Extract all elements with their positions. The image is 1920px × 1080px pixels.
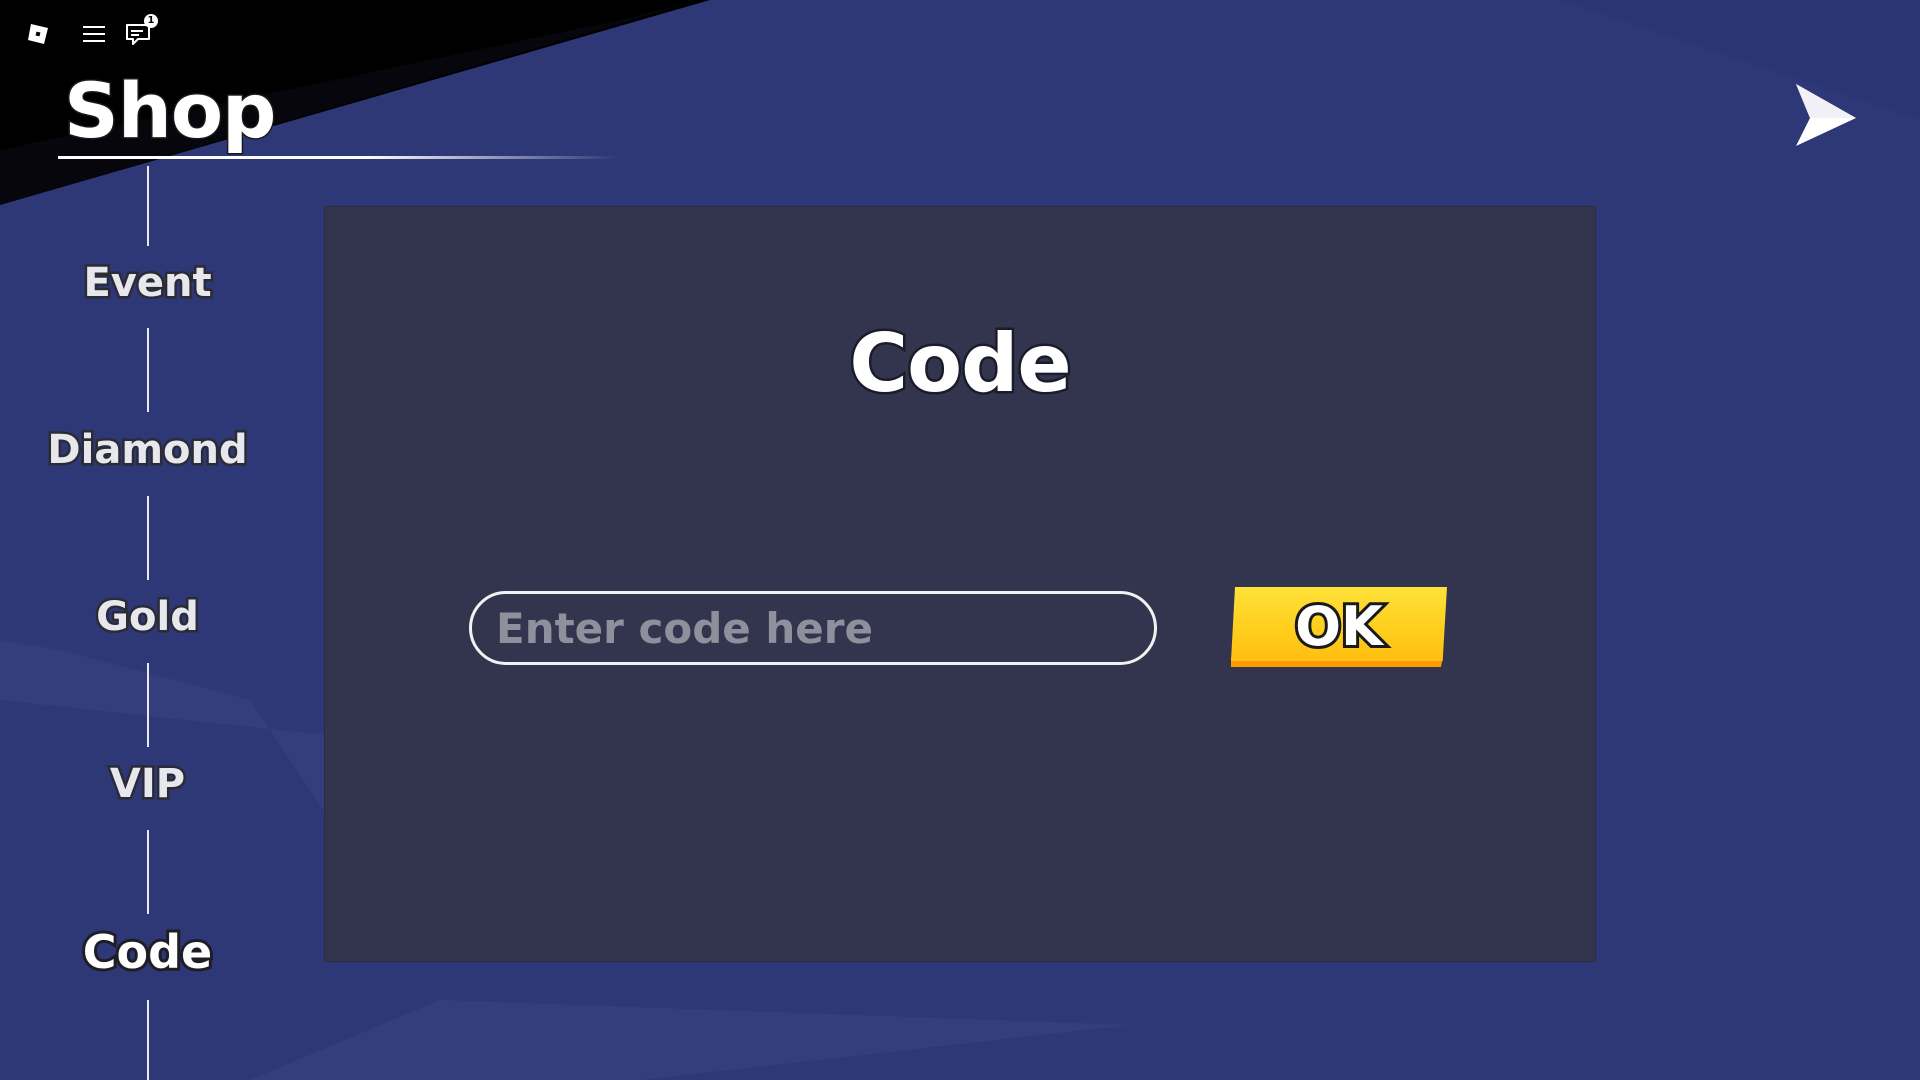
next-arrow-icon[interactable] [1790, 80, 1860, 150]
code-input[interactable] [469, 591, 1157, 665]
sidebar-divider [147, 496, 149, 580]
page-title: Shop [62, 65, 277, 157]
hamburger-menu-icon[interactable] [78, 18, 110, 50]
code-panel: Code OK [324, 206, 1596, 962]
ok-button-label: OK [1292, 592, 1386, 661]
sidebar-item-event[interactable]: Event [0, 258, 295, 309]
game-screen: 1 Shop Event Diamond Gold VIP Code Code … [0, 0, 1920, 1080]
ok-button[interactable]: OK [1231, 587, 1447, 669]
chat-icon[interactable]: 1 [122, 14, 158, 50]
sidebar-item-vip[interactable]: VIP [0, 759, 295, 810]
sidebar-item-code[interactable]: Code [0, 922, 295, 982]
title-underline [58, 156, 618, 159]
sidebar-item-diamond[interactable]: Diamond [0, 425, 295, 476]
roblox-logo-icon[interactable] [22, 18, 54, 50]
sidebar-divider [147, 663, 149, 747]
sidebar-divider [147, 1000, 149, 1080]
notification-badge: 1 [144, 14, 158, 28]
shop-sidebar: Event Diamond Gold VIP Code [0, 160, 300, 1080]
sidebar-divider [147, 166, 149, 246]
sidebar-divider [147, 830, 149, 914]
sidebar-item-gold[interactable]: Gold [0, 592, 295, 643]
sidebar-divider [147, 328, 149, 412]
panel-title: Code [847, 315, 1074, 413]
